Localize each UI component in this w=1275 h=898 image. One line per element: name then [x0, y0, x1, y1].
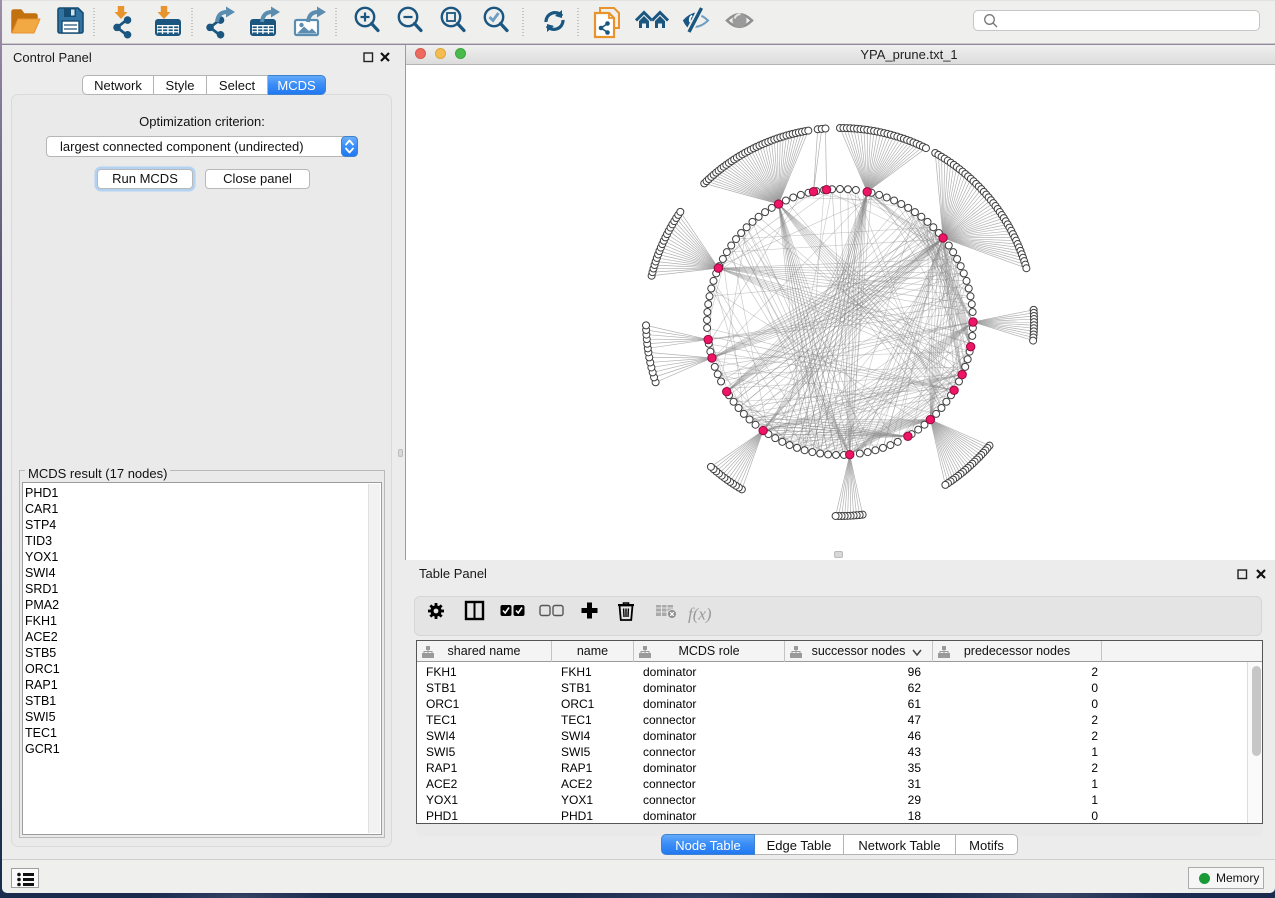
svg-text:f(x): f(x) [688, 605, 712, 624]
